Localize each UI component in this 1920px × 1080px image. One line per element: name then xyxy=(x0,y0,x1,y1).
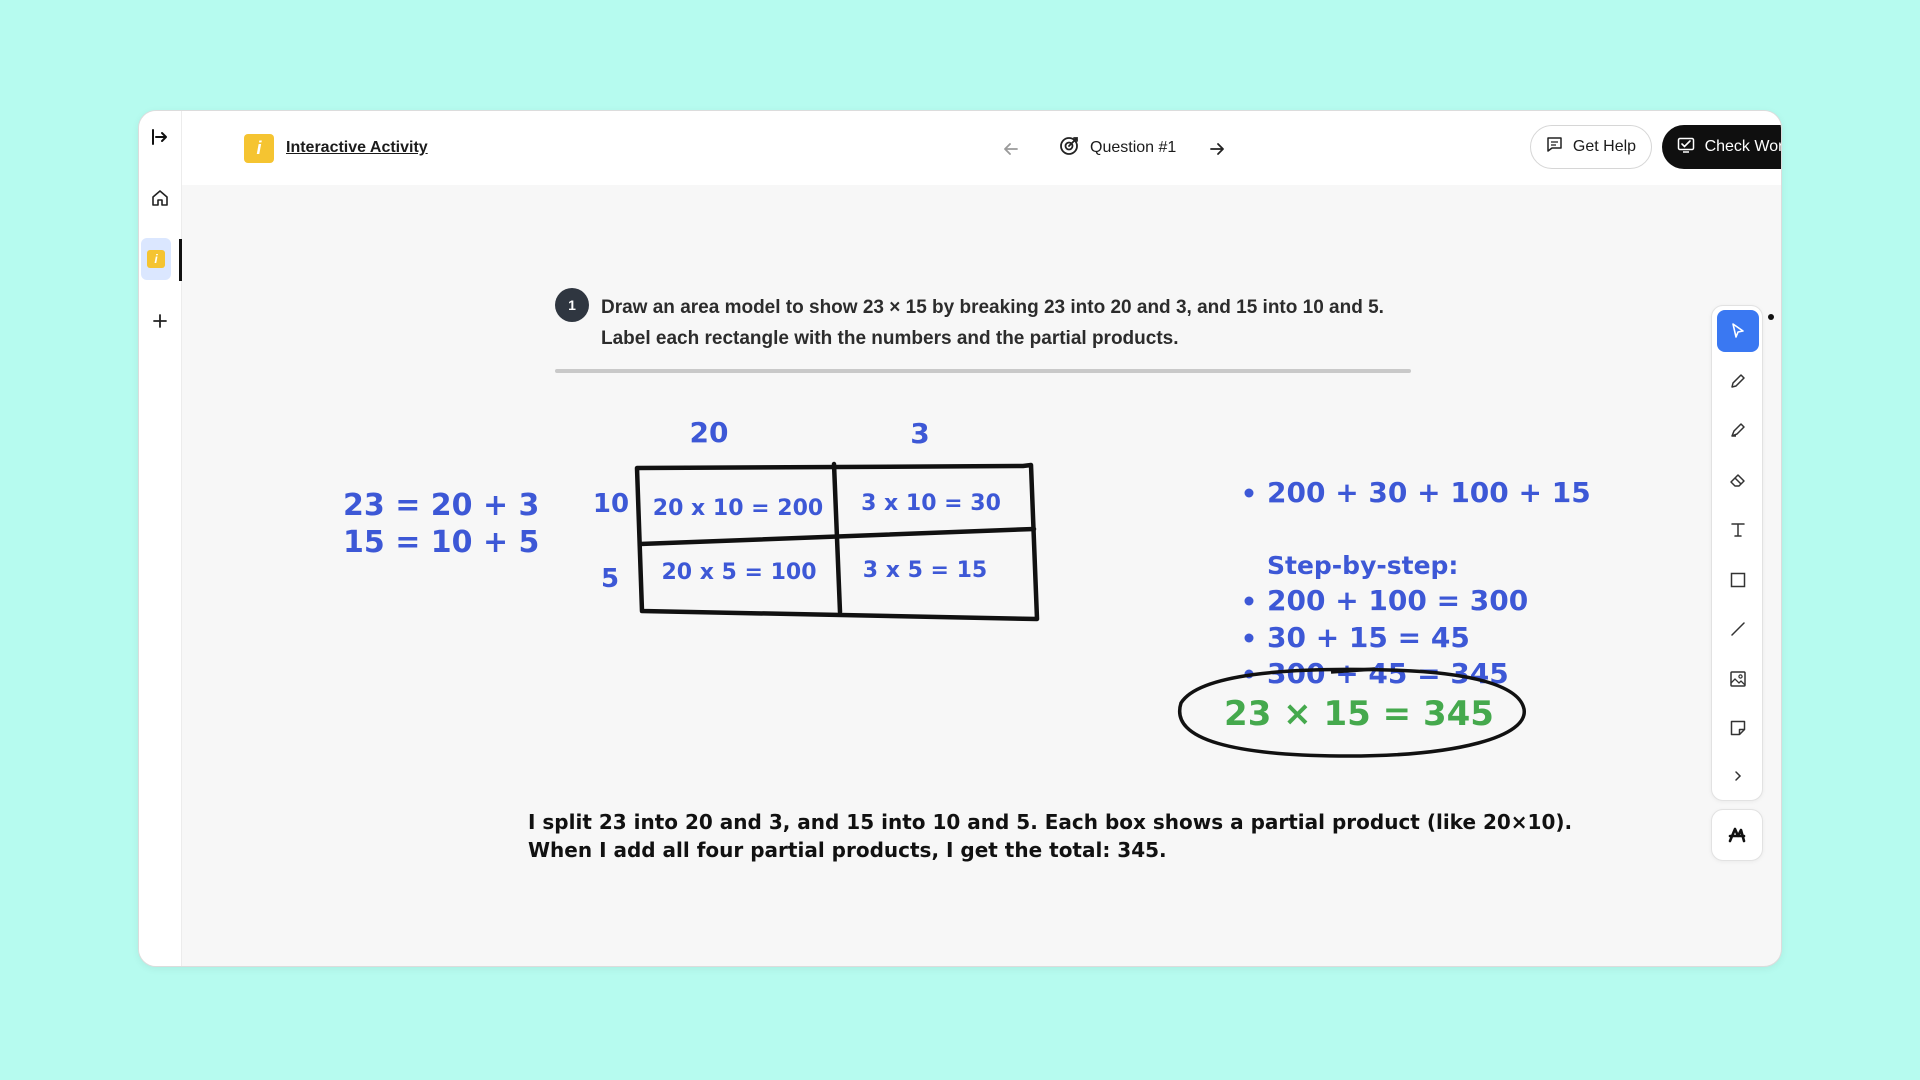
rectangle-tool-icon[interactable] xyxy=(1717,559,1759,601)
step-line: 300 + 45 = 345 xyxy=(1267,657,1509,690)
bullet-dot xyxy=(1244,633,1254,643)
sticky-note-icon[interactable] xyxy=(1717,707,1759,749)
partial-product-cell: 3 x 10 = 30 xyxy=(861,491,1001,516)
bullet-dot xyxy=(1244,596,1254,606)
bullet-dot xyxy=(1244,488,1254,498)
text-tool-icon[interactable] xyxy=(1717,509,1759,551)
drawing-toolbar xyxy=(1711,305,1763,801)
line-tool-icon[interactable] xyxy=(1717,608,1759,650)
row-header: 5 xyxy=(601,564,619,594)
column-header: 20 xyxy=(690,416,729,449)
partial-product-cell: 3 x 5 = 15 xyxy=(863,558,988,583)
highlighter-icon[interactable] xyxy=(1717,409,1759,451)
decomposition-line-2: 15 = 10 + 5 xyxy=(343,525,539,560)
explanation-line-2: When I add all four partial products, I … xyxy=(528,838,1167,862)
whiteboard-canvas[interactable]: 23 = 20 + 3 15 = 10 + 5 20 3 10 5 20 x 1… xyxy=(139,111,1782,967)
eraser-icon[interactable] xyxy=(1717,459,1759,501)
select-pointer-icon[interactable] xyxy=(1717,310,1759,352)
partial-product-cell: 20 x 5 = 100 xyxy=(661,560,816,585)
explanation-line-1: I split 23 into 20 and 3, and 15 into 10… xyxy=(528,810,1572,834)
decomposition-line-1: 23 = 20 + 3 xyxy=(343,488,539,523)
partial-product-cell: 20 x 10 = 200 xyxy=(653,496,823,521)
expand-chevron-icon[interactable] xyxy=(1717,755,1759,797)
image-tool-icon[interactable] xyxy=(1717,658,1759,700)
final-answer: 23 × 15 = 345 xyxy=(1224,694,1494,734)
column-header: 3 xyxy=(910,417,929,450)
pencil-icon[interactable] xyxy=(1717,360,1759,402)
steps-title: Step-by-step: xyxy=(1267,551,1458,580)
ai-assist-icon[interactable] xyxy=(1711,809,1763,861)
toolbar-indicator-dot xyxy=(1768,314,1774,320)
sum-line: 200 + 30 + 100 + 15 xyxy=(1267,476,1591,509)
app-window: i i Interactive Activity Question #1 Get… xyxy=(138,110,1782,967)
step-line: 30 + 15 = 45 xyxy=(1267,621,1470,654)
step-line: 200 + 100 = 300 xyxy=(1267,584,1528,617)
area-model-grid xyxy=(634,461,1040,622)
row-header: 10 xyxy=(593,489,629,519)
